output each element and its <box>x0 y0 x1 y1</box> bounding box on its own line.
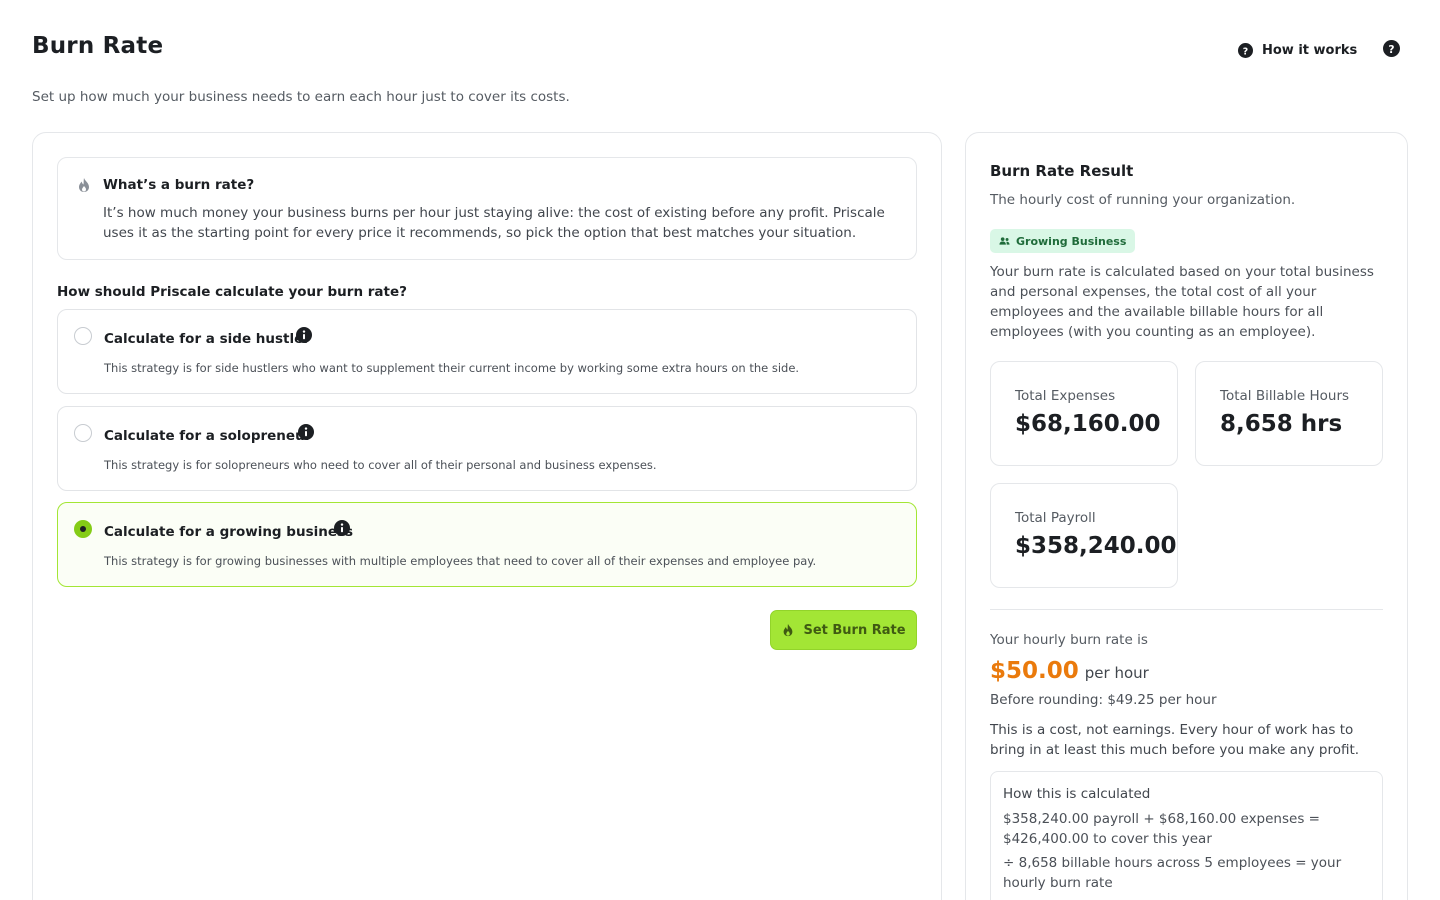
burn-rate-result-card: Burn Rate Result The hourly cost of runn… <box>965 132 1408 900</box>
radio-side-hustler[interactable] <box>74 327 92 345</box>
strategy-card: What’s a burn rate? It’s how much money … <box>32 132 942 900</box>
result-subtitle: The hourly cost of running your organiza… <box>990 192 1296 208</box>
hourly-burn-rate: $50.00 per hour <box>990 658 1149 684</box>
flame-icon <box>79 178 89 192</box>
burn-rate-info-box: What’s a burn rate? It’s how much money … <box>57 157 917 260</box>
stat-value: $358,240.00 <box>1015 533 1177 559</box>
strategy-badge: Growing Business <box>990 229 1136 253</box>
how-it-works-label: How it works <box>1262 43 1358 58</box>
result-description: Your burn rate is calculated based on yo… <box>990 264 1374 340</box>
flame-icon <box>784 623 793 637</box>
option-growing-business[interactable]: Calculate for a growing business This st… <box>57 502 917 587</box>
question-circle-icon: ? <box>1238 43 1253 58</box>
calculation-line: $358,240.00 payroll + $68,160.00 expense… <box>1003 811 1320 847</box>
option-side-hustler[interactable]: Calculate for a side hustler This strate… <box>57 309 917 394</box>
stat-value: 8,658 hrs <box>1220 411 1343 437</box>
total-billable-hours-card: Total Billable Hours 8,658 hrs <box>1195 361 1383 466</box>
info-text: It’s how much money your business burns … <box>103 205 885 241</box>
option-description: This strategy is for growing businesses … <box>104 554 817 568</box>
divider <box>990 609 1383 610</box>
help-icon[interactable]: ? <box>1383 40 1400 57</box>
strategy-question: How should Priscale calculate your burn … <box>57 284 407 300</box>
svg-text:?: ? <box>1243 46 1248 57</box>
page-title: Burn Rate <box>32 33 164 59</box>
how-it-works-link[interactable]: ? How it works <box>1238 43 1357 58</box>
page-subtitle: Set up how much your business needs to e… <box>32 89 570 105</box>
badge-label: Growing Business <box>1016 234 1127 248</box>
option-title: Calculate for a side hustler <box>104 331 310 347</box>
hourly-burn-rate-unit: per hour <box>1084 664 1149 682</box>
option-solopreneur[interactable]: Calculate for a solopreneur This strateg… <box>57 406 917 491</box>
cost-note: This is a cost, not earnings. Every hour… <box>990 722 1360 758</box>
stat-label: Total Expenses <box>1015 388 1116 404</box>
option-title: Calculate for a growing business <box>104 524 354 540</box>
svg-text:?: ? <box>1388 43 1394 56</box>
set-burn-rate-button[interactable]: Set Burn Rate <box>770 610 917 650</box>
info-circle-icon[interactable] <box>334 520 350 536</box>
total-payroll-card: Total Payroll $358,240.00 <box>990 483 1178 588</box>
info-circle-icon[interactable] <box>296 327 312 343</box>
result-title: Burn Rate Result <box>990 162 1134 180</box>
radio-growing-business[interactable] <box>74 520 92 538</box>
option-description: This strategy is for side hustlers who w… <box>104 361 800 375</box>
calculation-title: How this is calculated <box>1003 786 1151 802</box>
stat-label: Total Billable Hours <box>1220 388 1350 404</box>
radio-solopreneur[interactable] <box>74 424 92 442</box>
option-description: This strategy is for solopreneurs who ne… <box>104 458 657 472</box>
info-title: What’s a burn rate? <box>103 177 255 193</box>
hourly-burn-rate-label: Your hourly burn rate is <box>990 632 1148 648</box>
stat-label: Total Payroll <box>1015 510 1096 526</box>
hourly-burn-rate-value: $50.00 <box>990 658 1079 684</box>
before-rounding-value: Before rounding: $49.25 per hour <box>990 692 1217 708</box>
info-circle-icon[interactable] <box>298 424 314 440</box>
stat-value: $68,160.00 <box>1015 411 1161 437</box>
total-expenses-card: Total Expenses $68,160.00 <box>990 361 1178 466</box>
users-icon <box>999 237 1010 245</box>
calculation-breakdown: How this is calculated $358,240.00 payro… <box>990 771 1383 900</box>
set-burn-rate-label: Set Burn Rate <box>803 622 906 638</box>
option-title: Calculate for a solopreneur <box>104 428 312 444</box>
calculation-line: ÷ 8,658 billable hours across 5 employee… <box>1003 855 1342 891</box>
